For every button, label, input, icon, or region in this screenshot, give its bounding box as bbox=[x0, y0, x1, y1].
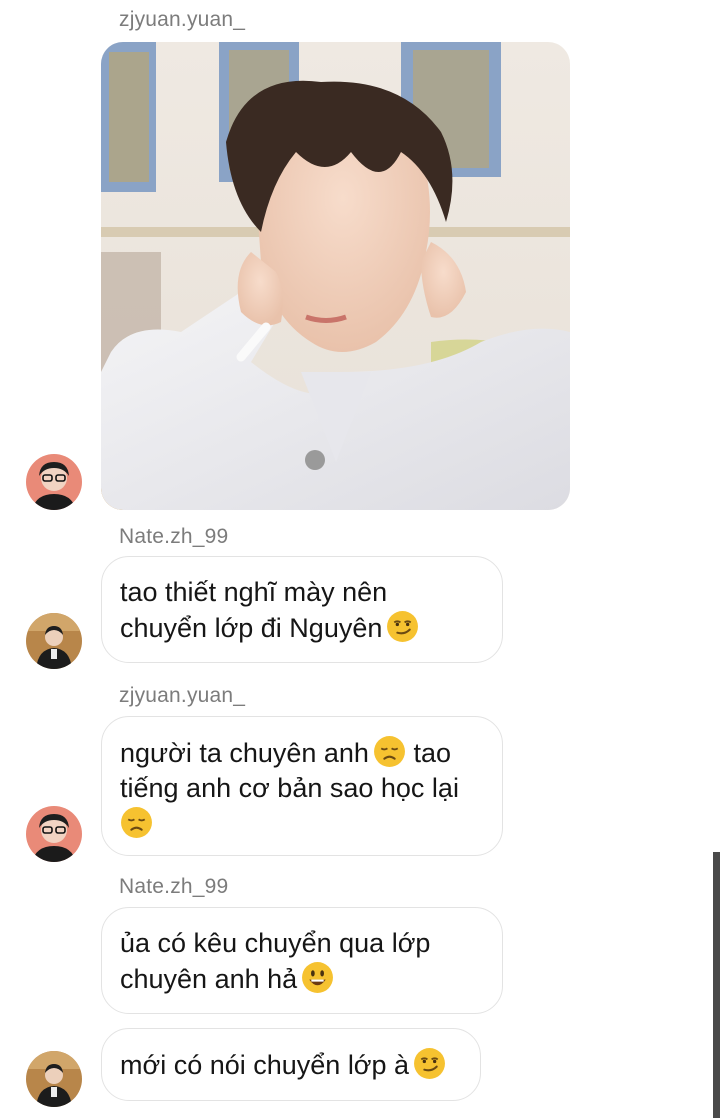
message-line: người ta chuyên anh bbox=[120, 738, 369, 768]
message-word: tao bbox=[413, 738, 452, 768]
message-bubble[interactable]: ủa có kêu chuyển qua lớp chuyên anh hả bbox=[101, 907, 503, 1014]
avatar[interactable] bbox=[26, 806, 82, 862]
message-line: tiếng anh cơ bản sao học lại bbox=[120, 773, 459, 803]
smirk-emoji-icon bbox=[414, 1048, 446, 1079]
sender-name: zjyuan.yuan_ bbox=[119, 8, 246, 31]
message-line: ủa có kêu chuyển qua lớp bbox=[120, 928, 431, 958]
sender-name: Nate.zh_99 bbox=[119, 525, 229, 548]
disappointed-emoji-icon bbox=[373, 736, 405, 767]
sender-name: Nate.zh_99 bbox=[119, 875, 229, 898]
shared-photo[interactable] bbox=[101, 42, 570, 510]
sender-name: zjyuan.yuan_ bbox=[119, 684, 246, 707]
avatar[interactable] bbox=[26, 454, 82, 510]
smirk-emoji-icon bbox=[387, 611, 419, 642]
message-line: chuyển lớp đi Nguyên bbox=[120, 613, 383, 643]
message-line: mới có nói chuyển lớp à bbox=[120, 1050, 410, 1080]
message-line: tao thiết nghĩ mày nên bbox=[120, 577, 388, 607]
avatar[interactable] bbox=[26, 613, 82, 669]
message-bubble[interactable]: tao thiết nghĩ mày nên chuyển lớp đi Ngu… bbox=[101, 556, 503, 663]
message-bubble[interactable]: người ta chuyên anh tao tiếng anh cơ bản… bbox=[101, 716, 503, 856]
chat-thread: zjyuan.yuan_ Nate.zh_99 tao thiết nghĩ m… bbox=[0, 0, 720, 1118]
message-line: chuyên anh hả bbox=[120, 964, 298, 994]
message-bubble[interactable]: mới có nói chuyển lớp à bbox=[101, 1028, 481, 1101]
scrollbar[interactable] bbox=[713, 852, 720, 1118]
disappointed-emoji-icon bbox=[121, 807, 152, 838]
avatar[interactable] bbox=[26, 1051, 82, 1107]
smiley-emoji-icon bbox=[302, 962, 334, 993]
